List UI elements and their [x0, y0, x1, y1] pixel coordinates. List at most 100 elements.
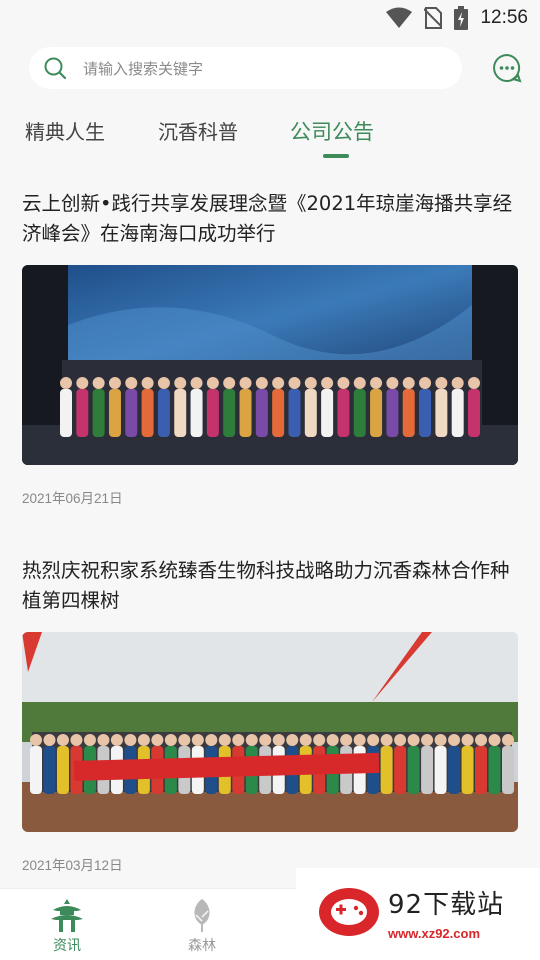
- article-image-plantation[interactable]: [22, 632, 518, 832]
- photo-person-head: [407, 734, 420, 746]
- battery-icon: [454, 6, 469, 30]
- photo-person-head: [92, 377, 105, 389]
- photo-person-head: [488, 734, 501, 746]
- status-bar: 12:56: [0, 0, 540, 36]
- photo-person: [141, 389, 154, 437]
- nav-label-news: 资讯: [53, 938, 81, 954]
- photo-person-head: [434, 734, 447, 746]
- photo-person: [321, 389, 334, 437]
- photo-person: [419, 389, 432, 437]
- photo-person-head: [402, 377, 415, 389]
- article-date: 2021年03月12日: [22, 858, 123, 873]
- photo-person-head: [245, 734, 258, 746]
- watermark-url: www.xz92.com: [388, 926, 480, 941]
- article-item[interactable]: 云上创新•践行共享发展理念暨《2021年琼崖海播共享经济峰会》在海南海口成功举行…: [22, 189, 518, 519]
- photo-person-head: [191, 734, 204, 746]
- photo-person-head: [419, 377, 432, 389]
- nav-item-forest[interactable]: 森林: [162, 897, 242, 955]
- photo-person: [43, 746, 56, 794]
- photo-person: [402, 389, 415, 437]
- photo-person: [30, 746, 42, 794]
- photo-person: [223, 389, 236, 437]
- status-time: 12:56: [480, 7, 528, 28]
- photo-person: [174, 389, 187, 437]
- photo-person-head: [394, 734, 407, 746]
- tab-classic-life[interactable]: 精典人生: [25, 116, 105, 145]
- article-item[interactable]: 热烈庆祝积家系统臻香生物科技战略助力沉香森林合作种植第四棵树 2021年03月1…: [22, 556, 518, 886]
- photo-person-head: [223, 377, 236, 389]
- photo-person-head: [468, 377, 480, 389]
- photo-person-head: [205, 734, 218, 746]
- photo-person-head: [353, 734, 366, 746]
- photo-person-head: [259, 734, 272, 746]
- article-date: 2021年06月21日: [22, 491, 123, 506]
- photo-person-head: [370, 377, 383, 389]
- photo-person: [461, 746, 474, 794]
- photo-person-head: [232, 734, 245, 746]
- tab-company-notice[interactable]: 公司公告: [290, 116, 374, 146]
- photo-person-head: [286, 734, 299, 746]
- photo-person-head: [30, 734, 42, 746]
- search-input[interactable]: 请输入搜索关键字: [29, 47, 462, 89]
- chat-bubble-icon[interactable]: [492, 53, 522, 83]
- article-title[interactable]: 云上创新•践行共享发展理念暨《2021年琼崖海播共享经济峰会》在海南海口成功举行: [22, 189, 518, 249]
- photo-person: [421, 746, 434, 794]
- article-image-conference[interactable]: [22, 265, 518, 465]
- no-sim-icon: [424, 7, 443, 29]
- photo-person: [304, 389, 317, 437]
- photo-person-head: [353, 377, 366, 389]
- photo-person-head: [174, 377, 187, 389]
- photo-person-head: [367, 734, 380, 746]
- photo-person: [76, 389, 89, 437]
- photo-person: [206, 389, 219, 437]
- photo-person-head: [502, 734, 514, 746]
- photo-person: [475, 746, 488, 794]
- photo-person: [434, 746, 447, 794]
- watermark-title: 92下载站: [388, 890, 505, 920]
- photo-person: [394, 746, 407, 794]
- photo-person: [108, 389, 121, 437]
- photo-person-head: [272, 377, 285, 389]
- photo-person-head: [124, 734, 137, 746]
- photo-person: [255, 389, 268, 437]
- tree-icon: [194, 899, 210, 932]
- photo-person: [386, 389, 399, 437]
- photo-person: [407, 746, 420, 794]
- photo-person: [190, 389, 203, 437]
- article-title[interactable]: 热烈庆祝积家系统臻香生物科技战略助力沉香森林合作种植第四棵树: [22, 556, 518, 616]
- photo-person-head: [60, 377, 72, 389]
- photo-person-head: [272, 734, 285, 746]
- tab-agarwood-science[interactable]: 沉香科普: [158, 116, 238, 145]
- nav-item-news[interactable]: 资讯: [27, 897, 107, 955]
- plantation-photo: [22, 632, 518, 832]
- photo-person-head: [475, 734, 488, 746]
- photo-person-head: [151, 734, 164, 746]
- photo-person-head: [157, 377, 170, 389]
- photo-person-head: [461, 734, 474, 746]
- wifi-icon: [386, 7, 413, 28]
- photo-person-head: [340, 734, 353, 746]
- photo-person-head: [421, 734, 434, 746]
- conference-photo: [22, 265, 518, 465]
- search-placeholder: 请输入搜索关键字: [83, 60, 204, 78]
- photo-person-head: [110, 734, 123, 746]
- photo-person: [435, 389, 448, 437]
- photo-person: [60, 389, 72, 437]
- photo-person-head: [386, 377, 399, 389]
- photo-person: [157, 389, 170, 437]
- photo-person-head: [321, 377, 334, 389]
- photo-person-head: [206, 377, 219, 389]
- photo-person-head: [178, 734, 191, 746]
- photo-person-head: [448, 734, 461, 746]
- photo-person: [448, 746, 461, 794]
- category-tabs: 精典人生 沉香科普 公司公告: [0, 112, 540, 162]
- photo-person-head: [313, 734, 326, 746]
- photo-person: [370, 389, 383, 437]
- photo-person-head: [43, 734, 56, 746]
- gamepad-logo-icon: [319, 888, 379, 936]
- photo-person: [92, 389, 105, 437]
- photo-person-head: [451, 377, 464, 389]
- photo-person-head: [190, 377, 203, 389]
- photo-person-head: [255, 377, 268, 389]
- photo-person: [288, 389, 301, 437]
